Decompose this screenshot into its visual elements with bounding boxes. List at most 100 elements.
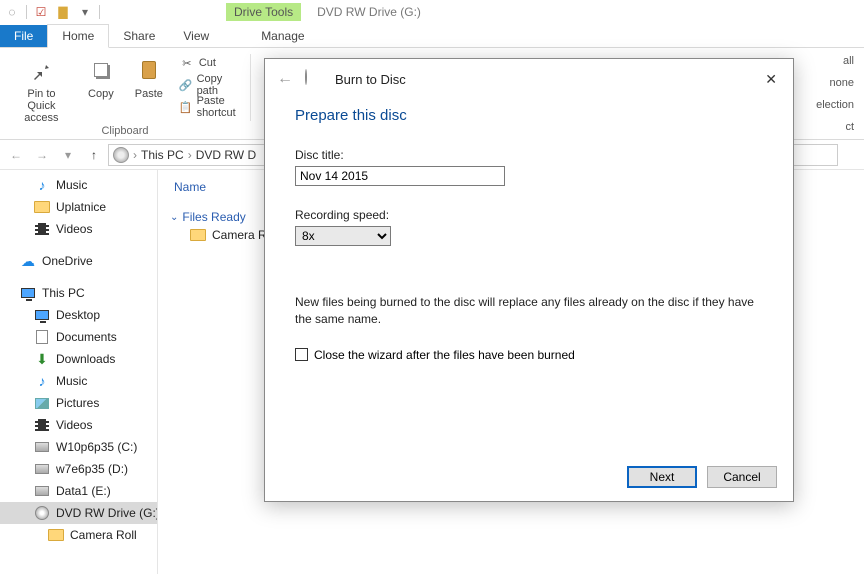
disc-title-input[interactable] [295,166,505,186]
window-title: DVD RW Drive (G:) [317,5,421,19]
tree-item-music[interactable]: ♪Music [0,174,157,196]
label: Pictures [56,396,99,410]
paste-shortcut-icon: 📋 [179,99,193,115]
dialog-heading: Prepare this disc [295,107,763,124]
replace-note: New files being burned to the disc will … [295,294,763,328]
group-label: Files Ready [182,210,245,224]
pin-icon [25,54,57,86]
cut-label: Cut [199,57,216,69]
cloud-icon: ☁ [20,253,36,269]
hdd-icon [34,483,50,499]
tab-share[interactable]: Share [109,25,169,47]
pc-icon [20,285,36,301]
forward-button[interactable]: → [30,143,54,167]
label: DVD RW Drive (G:) [56,506,158,520]
tree-item-downloads[interactable]: ⬇Downloads [0,348,157,370]
tree-item-videos[interactable]: Videos [0,218,157,240]
separator [250,54,251,121]
label: election [816,99,854,111]
new-folder-qat-icon[interactable]: ▇ [55,4,71,20]
tree-item-disk-e[interactable]: Data1 (E:) [0,480,157,502]
up-button[interactable]: ↑ [82,143,106,167]
scissors-icon: ✂ [179,55,195,71]
desktop-icon [34,307,50,323]
tab-file[interactable]: File [0,25,47,47]
separator [26,5,27,19]
label: Downloads [56,352,115,366]
document-icon [34,329,50,345]
label: w7e6p35 (D:) [56,462,128,476]
paste-button[interactable]: Paste [127,52,171,102]
select-none-button[interactable]: none [812,72,858,94]
tab-home[interactable]: Home [47,24,109,48]
ribbon-group-clipboard: Pin to Quick access Copy Paste ✂ Cut 🔗Cop… [0,48,250,139]
next-button[interactable]: Next [627,466,697,488]
back-arrow-icon[interactable]: ← [277,70,293,88]
invert-selection-button[interactable]: election [812,94,858,116]
chevron-right-icon[interactable]: › [133,148,137,162]
tree-item-camera-roll[interactable]: Camera Roll [0,524,157,546]
cut-button[interactable]: ✂ Cut [175,52,242,74]
cancel-button[interactable]: Cancel [707,466,777,488]
back-button[interactable]: ← [4,143,28,167]
hdd-icon [34,439,50,455]
label: none [830,77,854,89]
folder-icon [190,229,206,241]
window-titlebar: ◌ ☑ ▇ ▾ Drive Tools DVD RW Drive (G:) [0,0,864,24]
recording-speed-select[interactable]: 8x [295,226,391,246]
tree-item-music2[interactable]: ♪Music [0,370,157,392]
tree-item-dvd[interactable]: DVD RW Drive (G:) [0,502,157,524]
select-group-label: ct [812,116,858,138]
close-button[interactable]: ✕ [761,67,781,92]
tree-item-pictures[interactable]: Pictures [0,392,157,414]
label: OneDrive [42,254,93,268]
copy-button[interactable]: Copy [79,52,123,102]
video-icon [34,221,50,237]
nav-tree[interactable]: ♪Music Uplatnice Videos ☁ OneDrive This P… [0,170,158,574]
tree-item-disk-c[interactable]: W10p6p35 (C:) [0,436,157,458]
close-wizard-label: Close the wizard after the files have be… [314,348,575,362]
chevron-right-icon[interactable]: › [188,148,192,162]
pin-to-quick-access-button[interactable]: Pin to Quick access [8,52,75,126]
close-wizard-checkbox[interactable] [295,348,308,361]
tree-item-uplatnice[interactable]: Uplatnice [0,196,157,218]
breadcrumb-drive[interactable]: DVD RW D [194,148,258,162]
paste-shortcut-button[interactable]: 📋Paste shortcut [175,96,242,118]
label: Uplatnice [56,200,106,214]
qat-dropdown-icon[interactable]: ▾ [77,4,93,20]
label: Music [56,178,87,192]
disc-title-label: Disc title: [295,148,763,162]
tree-item-documents[interactable]: Documents [0,326,157,348]
separator [99,5,100,19]
copy-path-label: Copy path [197,73,238,97]
select-all-button[interactable]: all [812,50,858,72]
label: Music [56,374,87,388]
tree-item-onedrive[interactable]: ☁ OneDrive [0,250,157,272]
app-icon: ◌ [4,4,20,20]
dialog-buttons: Next Cancel [265,453,793,501]
properties-qat-icon[interactable]: ☑ [33,4,49,20]
burn-dialog: ← Burn to Disc ✕ Prepare this disc Disc … [264,58,794,502]
dialog-title: Burn to Disc [335,72,406,87]
breadcrumb-thispc[interactable]: This PC [139,148,186,162]
disk-icon [113,147,129,163]
tab-view[interactable]: View [169,25,223,47]
recent-dropdown[interactable]: ▾ [56,143,80,167]
tree-item-disk-d[interactable]: w7e6p35 (D:) [0,458,157,480]
tree-item-desktop[interactable]: Desktop [0,304,157,326]
copy-path-button[interactable]: 🔗Copy path [175,74,242,96]
tree-item-thispc[interactable]: This PC [0,282,157,304]
label: W10p6p35 (C:) [56,440,137,454]
tab-manage[interactable]: Manage [247,25,318,47]
chevron-down-icon: ⌄ [170,212,178,223]
label: ct [845,121,854,133]
ribbon-select-group: all none election ct [812,48,858,138]
folder-icon [34,199,50,215]
close-wizard-row[interactable]: Close the wizard after the files have be… [295,348,763,362]
tree-item-videos2[interactable]: Videos [0,414,157,436]
paste-icon [133,54,165,86]
copy-path-icon: 🔗 [179,77,193,93]
group-label: Clipboard [0,125,250,137]
label: Videos [56,222,92,236]
paste-label: Paste [135,88,163,100]
